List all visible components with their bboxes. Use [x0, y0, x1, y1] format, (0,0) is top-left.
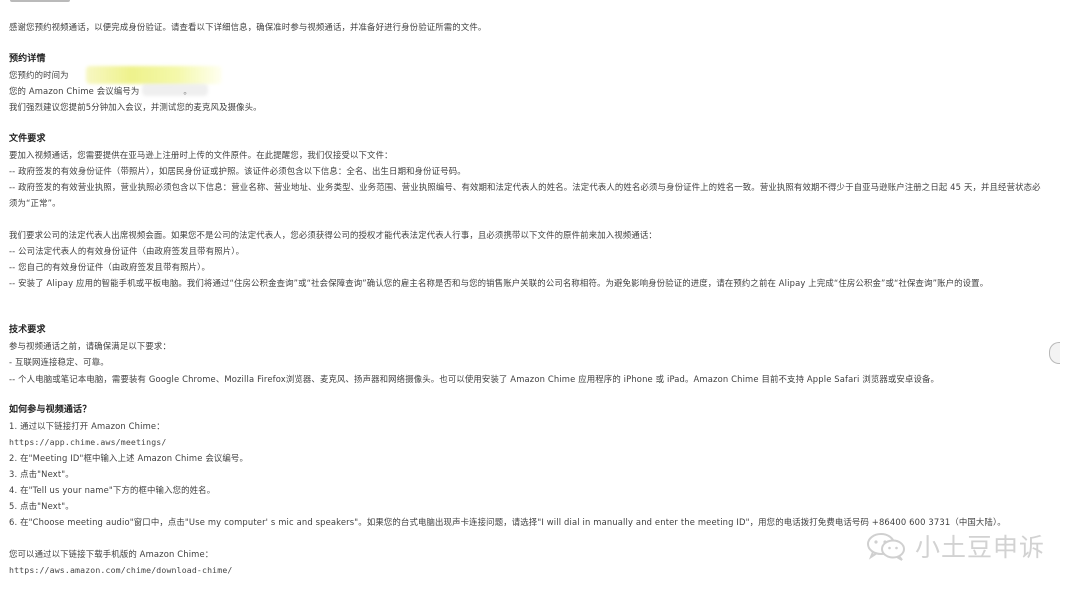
- watermark-text: 小土豆申诉: [915, 533, 1046, 562]
- join-step-1: 1. 通过以下链接打开 Amazon Chime：: [9, 421, 165, 431]
- meeting-id-label-text: 您的 Amazon Chime 会议编号为: [9, 86, 140, 96]
- join-step-2: 2. 在"Meeting ID"框中输入上述 Amazon Chime 会议编号…: [9, 453, 248, 463]
- tech-title: 技术要求: [9, 325, 46, 335]
- appointment-time-label: 您预约的时间为: [9, 70, 69, 80]
- tech-line-2: - 互联网连接稳定、可靠。: [9, 357, 109, 367]
- redacted-meeting-id: [142, 84, 208, 96]
- tech-line-3: -- 个人电脑或笔记本电脑，需要装有 Google Chrome、Mozilla…: [9, 374, 940, 384]
- documents-title: 文件要求: [9, 134, 46, 144]
- tech-line-1: 参与视频通话之前，请确保满足以下要求：: [9, 341, 171, 351]
- representative-line-4: -- 安装了 Alipay 应用的智能手机或平板电脑。我们将通过“住房公积金查询…: [9, 278, 989, 288]
- appointment-title: 预约详情: [9, 54, 46, 64]
- chime-meetings-link[interactable]: https://app.chime.aws/meetings/: [9, 434, 166, 450]
- redacted-time: [86, 66, 222, 84]
- join-step-3: 3. 点击"Next"。: [9, 469, 74, 479]
- representative-line-1: 我们要求公司的法定代表人出席视频会面。如果您不是公司的法定代表人，您必须获得公司…: [9, 230, 657, 240]
- join-step-5: 5. 点击"Next"。: [9, 501, 74, 511]
- scrollbar-handle[interactable]: [1049, 342, 1060, 364]
- join-step-4: 4. 在"Tell us your name"下方的框中输入您的姓名。: [9, 485, 216, 495]
- intro-text: 感谢您预约视频通话，以便完成身份验证。请查看以下详细信息，确保准时参与视频通话，…: [9, 22, 487, 32]
- documents-line-1: 要加入视频通话，您需要提供在亚马逊上注册时上传的文件原件。在此提醒您，我们仅接受…: [9, 150, 393, 160]
- chime-download-link[interactable]: https://aws.amazon.com/chime/download-ch…: [9, 562, 233, 578]
- documents-line-2: -- 政府签发的有效身份证件（带照片），如居民身份证或护照。该证件必须包含以下信…: [9, 166, 466, 176]
- email-document: 感谢您预约视频通话，以便完成身份验证。请查看以下详细信息，确保准时参与视频通话，…: [0, 0, 1080, 590]
- representative-line-3: -- 您自己的有效身份证件（由政府签发且带有照片）。: [9, 262, 211, 272]
- cropped-heading: [10, 0, 70, 2]
- representative-line-2: -- 公司法定代表人的有效身份证件（由政府签发且带有照片）。: [9, 246, 245, 256]
- mobile-download-text: 您可以通过以下链接下载手机版的 Amazon Chime：: [9, 549, 214, 559]
- watermark: 小土豆申诉: [865, 528, 1045, 564]
- join-title: 如何参与视频通话？: [9, 405, 92, 415]
- documents-line-3: -- 政府签发的有效营业执照，营业执照必须包含以下信息：营业名称、营业地址、业务…: [9, 182, 1041, 208]
- appointment-advice: 我们强烈建议您提前5分钟加入会议，并测试您的麦克风及摄像头。: [9, 102, 262, 112]
- wechat-icon: [867, 533, 905, 561]
- join-step-6: 6. 在"Choose meeting audio"窗口中，点击"Use my …: [9, 517, 1006, 527]
